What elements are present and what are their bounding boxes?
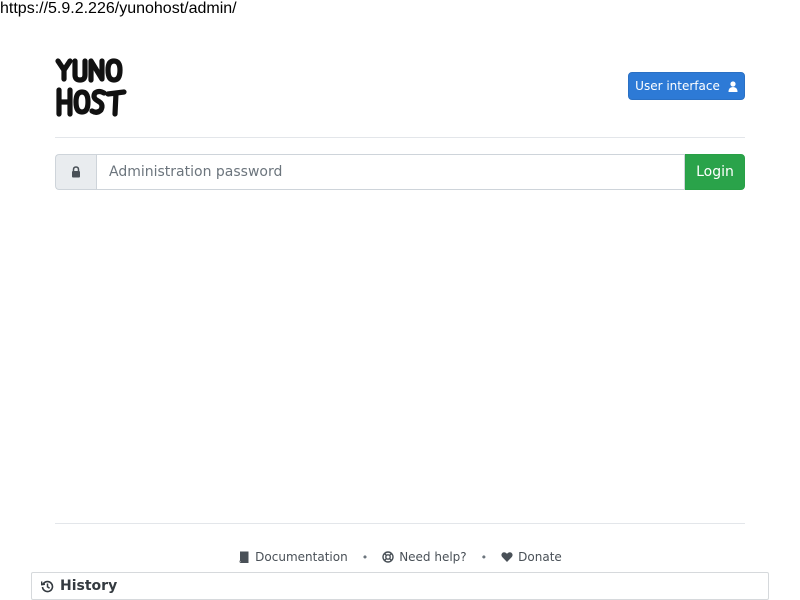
documentation-link[interactable]: Documentation xyxy=(238,550,348,564)
footer-links: Documentation • Need help? • Donate xyxy=(0,548,800,566)
need-help-label: Need help? xyxy=(399,550,467,564)
need-help-link[interactable]: Need help? xyxy=(382,550,467,564)
yunohost-logo-icon xyxy=(55,58,127,117)
history-label: History xyxy=(60,578,118,594)
life-ring-icon xyxy=(382,551,394,563)
separator: • xyxy=(480,550,488,564)
donate-label: Donate xyxy=(518,550,562,564)
footer-divider xyxy=(55,523,745,524)
user-interface-label: User interface xyxy=(635,79,720,93)
login-button[interactable]: Login xyxy=(685,154,745,190)
heart-icon xyxy=(501,552,513,562)
password-input[interactable] xyxy=(96,154,685,190)
book-icon xyxy=(239,551,249,563)
donate-link[interactable]: Donate xyxy=(501,550,562,564)
url-text: https://5.9.2.226/yunohost/admin/ xyxy=(0,0,237,17)
lock-icon xyxy=(72,166,80,178)
login-form: Login xyxy=(55,154,745,190)
header-divider xyxy=(55,137,745,138)
yunohost-logo[interactable] xyxy=(55,56,127,118)
documentation-label: Documentation xyxy=(255,550,348,564)
history-icon xyxy=(41,580,54,592)
lock-addon xyxy=(55,154,96,190)
user-icon xyxy=(728,80,738,92)
history-panel-toggle[interactable]: History xyxy=(31,572,769,600)
user-interface-button[interactable]: User interface xyxy=(628,72,745,100)
separator: • xyxy=(361,550,369,564)
